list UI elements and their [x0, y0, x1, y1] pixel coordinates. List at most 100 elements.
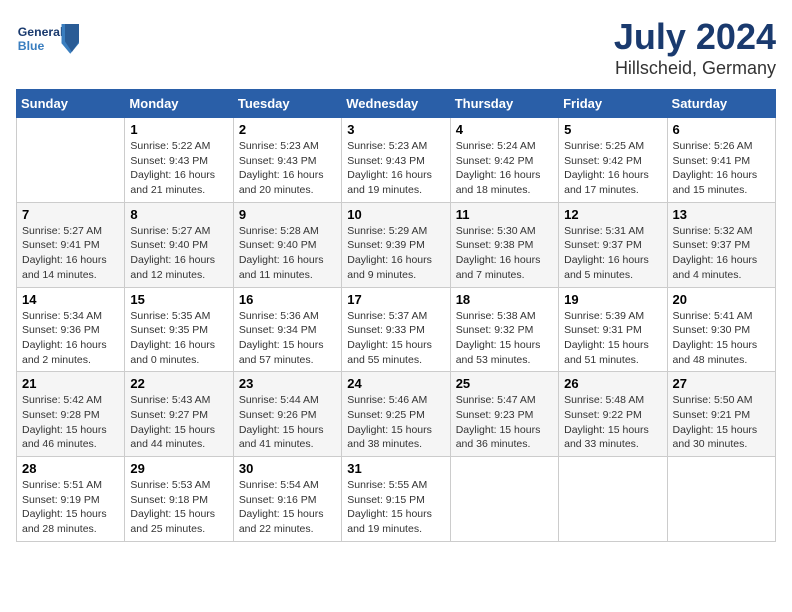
day-number: 23 — [239, 376, 336, 391]
calendar-week-3: 14Sunrise: 5:34 AM Sunset: 9:36 PM Dayli… — [17, 287, 776, 372]
calendar-cell: 17Sunrise: 5:37 AM Sunset: 9:33 PM Dayli… — [342, 287, 450, 372]
calendar-cell: 12 Sunrise: 5:31 AM Sunset: 9:37 PM Dayli… — [559, 202, 667, 287]
day-detail: Sunrise: 5:46 AM Sunset: 9:25 PM Dayligh… — [347, 393, 444, 452]
day-detail: Sunrise: 5:22 AM Sunset: 9:43 PM Dayligh… — [130, 139, 227, 198]
day-detail: Sunrise: 5:32 AM Sunset: 9:37 PM Dayligh… — [673, 224, 770, 283]
day-detail: Sunrise: 5:50 AM Sunset: 9:21 PM Dayligh… — [673, 393, 770, 452]
day-detail: Sunrise: 5:36 AM Sunset: 9:34 PM Dayligh… — [239, 309, 336, 368]
day-detail: Sunrise: 5:38 AM Sunset: 9:32 PM Dayligh… — [456, 309, 553, 368]
calendar-cell: 8 Sunrise: 5:27 AM Sunset: 9:40 PM Daylig… — [125, 202, 233, 287]
calendar-cell: 25Sunrise: 5:47 AM Sunset: 9:23 PM Dayli… — [450, 372, 558, 457]
day-number: 9 — [239, 207, 336, 222]
day-detail: Sunrise: 5:30 AM Sunset: 9:38 PM Dayligh… — [456, 224, 553, 283]
day-detail: Sunrise: 5:35 AM Sunset: 9:35 PM Dayligh… — [130, 309, 227, 368]
day-number: 11 — [456, 207, 553, 222]
calendar-cell: 9 Sunrise: 5:28 AM Sunset: 9:40 PM Daylig… — [233, 202, 341, 287]
calendar-cell: 2 Sunrise: 5:23 AM Sunset: 9:43 PM Daylig… — [233, 118, 341, 203]
calendar-week-4: 21Sunrise: 5:42 AM Sunset: 9:28 PM Dayli… — [17, 372, 776, 457]
day-detail: Sunrise: 5:37 AM Sunset: 9:33 PM Dayligh… — [347, 309, 444, 368]
calendar-cell: 1 Sunrise: 5:22 AM Sunset: 9:43 PM Daylig… — [125, 118, 233, 203]
col-monday: Monday — [125, 90, 233, 118]
calendar-cell: 11 Sunrise: 5:30 AM Sunset: 9:38 PM Dayli… — [450, 202, 558, 287]
day-number: 15 — [130, 292, 227, 307]
calendar-cell: 7 Sunrise: 5:27 AM Sunset: 9:41 PM Daylig… — [17, 202, 125, 287]
day-number: 19 — [564, 292, 661, 307]
logo-svg: General Blue — [16, 16, 86, 66]
title-block: July 2024 Hillscheid, Germany — [614, 16, 776, 79]
day-number: 4 — [456, 122, 553, 137]
calendar-cell — [559, 457, 667, 542]
calendar-cell: 24 Sunrise: 5:46 AM Sunset: 9:25 PM Dayli… — [342, 372, 450, 457]
day-number: 7 — [22, 207, 119, 222]
col-tuesday: Tuesday — [233, 90, 341, 118]
day-number: 10 — [347, 207, 444, 222]
day-number: 8 — [130, 207, 227, 222]
logo: General Blue — [16, 16, 86, 66]
calendar-table: Sunday Monday Tuesday Wednesday Thursday… — [16, 89, 776, 542]
day-number: 14 — [22, 292, 119, 307]
calendar-cell: 27 Sunrise: 5:50 AM Sunset: 9:21 PM Dayli… — [667, 372, 775, 457]
calendar-cell — [667, 457, 775, 542]
day-number: 1 — [130, 122, 227, 137]
calendar-week-5: 28 Sunrise: 5:51 AM Sunset: 9:19 PM Dayli… — [17, 457, 776, 542]
day-number: 25 — [456, 376, 553, 391]
calendar-cell: 31Sunrise: 5:55 AM Sunset: 9:15 PM Dayli… — [342, 457, 450, 542]
calendar-cell: 21Sunrise: 5:42 AM Sunset: 9:28 PM Dayli… — [17, 372, 125, 457]
col-saturday: Saturday — [667, 90, 775, 118]
day-detail: Sunrise: 5:48 AM Sunset: 9:22 PM Dayligh… — [564, 393, 661, 452]
day-number: 5 — [564, 122, 661, 137]
col-sunday: Sunday — [17, 90, 125, 118]
calendar-cell: 26 Sunrise: 5:48 AM Sunset: 9:22 PM Dayli… — [559, 372, 667, 457]
day-detail: Sunrise: 5:23 AM Sunset: 9:43 PM Dayligh… — [347, 139, 444, 198]
day-detail: Sunrise: 5:26 AM Sunset: 9:41 PM Dayligh… — [673, 139, 770, 198]
col-friday: Friday — [559, 90, 667, 118]
calendar-cell: 15 Sunrise: 5:35 AM Sunset: 9:35 PM Dayli… — [125, 287, 233, 372]
day-number: 3 — [347, 122, 444, 137]
day-detail: Sunrise: 5:23 AM Sunset: 9:43 PM Dayligh… — [239, 139, 336, 198]
calendar-cell: 20Sunrise: 5:41 AM Sunset: 9:30 PM Dayli… — [667, 287, 775, 372]
day-detail: Sunrise: 5:54 AM Sunset: 9:16 PM Dayligh… — [239, 478, 336, 537]
day-number: 26 — [564, 376, 661, 391]
day-number: 28 — [22, 461, 119, 476]
day-number: 12 — [564, 207, 661, 222]
day-number: 6 — [673, 122, 770, 137]
day-detail: Sunrise: 5:51 AM Sunset: 9:19 PM Dayligh… — [22, 478, 119, 537]
page-title: July 2024 — [614, 16, 776, 58]
day-detail: Sunrise: 5:53 AM Sunset: 9:18 PM Dayligh… — [130, 478, 227, 537]
day-number: 13 — [673, 207, 770, 222]
day-detail: Sunrise: 5:27 AM Sunset: 9:41 PM Dayligh… — [22, 224, 119, 283]
day-number: 2 — [239, 122, 336, 137]
day-detail: Sunrise: 5:27 AM Sunset: 9:40 PM Dayligh… — [130, 224, 227, 283]
calendar-cell: 18Sunrise: 5:38 AM Sunset: 9:32 PM Dayli… — [450, 287, 558, 372]
day-number: 24 — [347, 376, 444, 391]
day-number: 27 — [673, 376, 770, 391]
day-detail: Sunrise: 5:24 AM Sunset: 9:42 PM Dayligh… — [456, 139, 553, 198]
day-detail: Sunrise: 5:31 AM Sunset: 9:37 PM Dayligh… — [564, 224, 661, 283]
svg-text:General: General — [18, 25, 64, 39]
calendar-cell — [17, 118, 125, 203]
calendar-header: Sunday Monday Tuesday Wednesday Thursday… — [17, 90, 776, 118]
calendar-cell — [450, 457, 558, 542]
calendar-cell: 13 Sunrise: 5:32 AM Sunset: 9:37 PM Dayli… — [667, 202, 775, 287]
calendar-week-1: 1 Sunrise: 5:22 AM Sunset: 9:43 PM Daylig… — [17, 118, 776, 203]
day-number: 20 — [673, 292, 770, 307]
calendar-cell: 14Sunrise: 5:34 AM Sunset: 9:36 PM Dayli… — [17, 287, 125, 372]
calendar-cell: 16Sunrise: 5:36 AM Sunset: 9:34 PM Dayli… — [233, 287, 341, 372]
col-thursday: Thursday — [450, 90, 558, 118]
page-header: General Blue July 2024 Hillscheid, Germa… — [16, 16, 776, 79]
calendar-cell: 22 Sunrise: 5:43 AM Sunset: 9:27 PM Dayli… — [125, 372, 233, 457]
calendar-cell: 5Sunrise: 5:25 AM Sunset: 9:42 PM Daylig… — [559, 118, 667, 203]
day-number: 21 — [22, 376, 119, 391]
day-detail: Sunrise: 5:55 AM Sunset: 9:15 PM Dayligh… — [347, 478, 444, 537]
calendar-cell: 30Sunrise: 5:54 AM Sunset: 9:16 PM Dayli… — [233, 457, 341, 542]
calendar-cell: 23 Sunrise: 5:44 AM Sunset: 9:26 PM Dayli… — [233, 372, 341, 457]
day-detail: Sunrise: 5:43 AM Sunset: 9:27 PM Dayligh… — [130, 393, 227, 452]
calendar-cell: 3 Sunrise: 5:23 AM Sunset: 9:43 PM Daylig… — [342, 118, 450, 203]
day-detail: Sunrise: 5:28 AM Sunset: 9:40 PM Dayligh… — [239, 224, 336, 283]
day-number: 22 — [130, 376, 227, 391]
col-wednesday: Wednesday — [342, 90, 450, 118]
day-number: 29 — [130, 461, 227, 476]
calendar-cell: 6 Sunrise: 5:26 AM Sunset: 9:41 PM Daylig… — [667, 118, 775, 203]
calendar-cell: 29 Sunrise: 5:53 AM Sunset: 9:18 PM Dayli… — [125, 457, 233, 542]
day-detail: Sunrise: 5:44 AM Sunset: 9:26 PM Dayligh… — [239, 393, 336, 452]
